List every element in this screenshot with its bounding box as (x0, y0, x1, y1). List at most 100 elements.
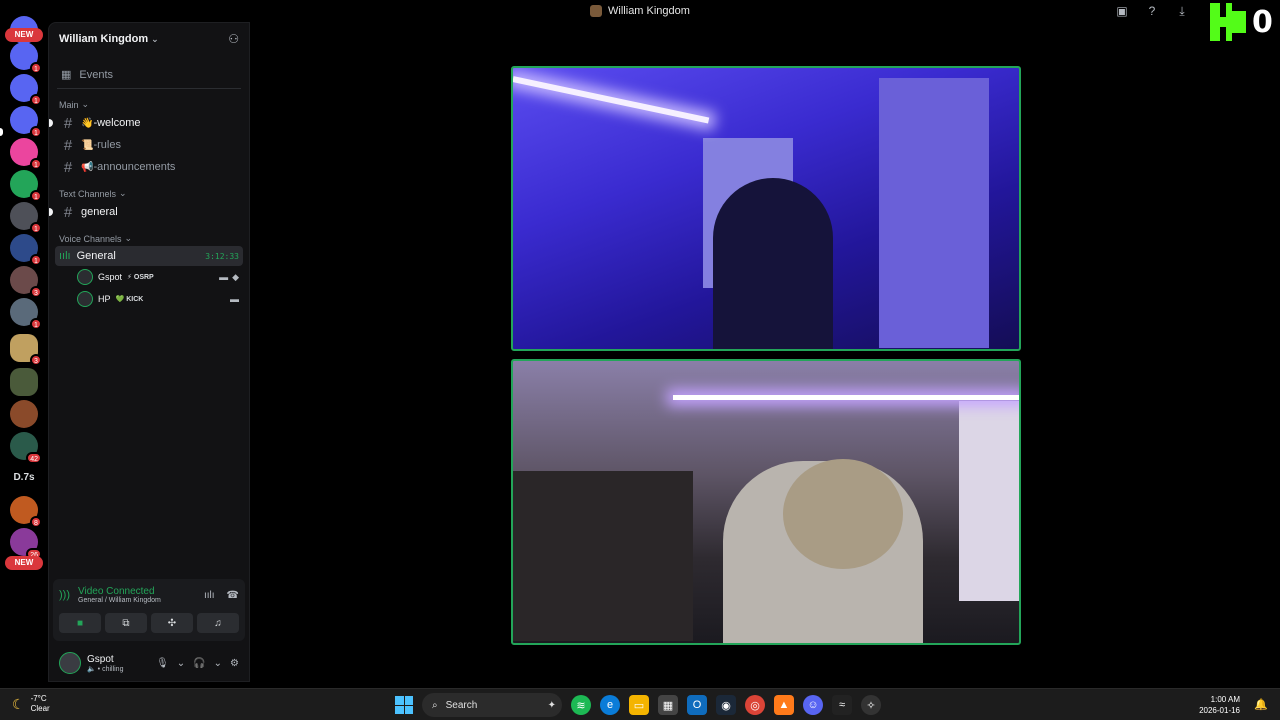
emoji: 📜 (81, 139, 94, 151)
title-bar: William Kingdom ▣ ? ⤓ (0, 0, 1280, 22)
category-main[interactable]: Main ⌄ (59, 99, 249, 110)
server-text-icon[interactable]: D.7s (10, 464, 38, 492)
weather-desc: Clear (30, 704, 50, 713)
headphones-icon[interactable]: 🎧 (193, 658, 205, 669)
server-icon[interactable]: 42 (10, 432, 42, 464)
file-explorer-icon[interactable]: ▭ (629, 695, 649, 715)
kick-overlay: 0 (1210, 0, 1280, 44)
user-status: 🔈 • chilling (87, 665, 124, 673)
app-icon[interactable]: ▲ (774, 695, 794, 715)
unread-badge: 1 (30, 158, 42, 170)
unread-badge: 3 (30, 354, 42, 366)
voice-location[interactable]: General / William Kingdom (78, 597, 161, 604)
discord-dm-icon[interactable]: 1 (10, 170, 42, 202)
voice-user[interactable]: HP 💚 KICK ▬ (77, 288, 239, 310)
discord-dm-icon[interactable]: 1 (10, 106, 42, 138)
server-icon[interactable]: 3 (10, 266, 42, 298)
clock-date: 2026-01-16 (1199, 706, 1240, 715)
video-person (713, 178, 833, 349)
server-icon[interactable]: 8 (10, 496, 42, 528)
store-icon[interactable]: ▦ (658, 695, 678, 715)
channel-welcome[interactable]: # 👋 -welcome (49, 112, 241, 134)
user-panel: Gspot 🔈 • chilling 🎙 ⌄ 🎧 ⌄ ⚙ (53, 647, 245, 679)
inbox-icon[interactable]: ▣ (1114, 3, 1130, 19)
chevron-down-icon: ⌄ (81, 99, 90, 109)
app-icon[interactable]: ✧ (861, 695, 881, 715)
chevron-down-icon[interactable]: ⌄ (177, 658, 185, 669)
unread-badge: 1 (30, 254, 42, 266)
disconnect-icon[interactable]: ☎ (227, 590, 239, 601)
camera-icon: ▬ (219, 271, 229, 282)
voice-user[interactable]: Gspot ⚡ OSRP ▬ ◆ (77, 266, 239, 288)
user-status-text: chilling (102, 665, 124, 673)
outlook-icon[interactable]: O (687, 695, 707, 715)
voice-channel-general[interactable]: ıılı General 3:12:33 (55, 246, 243, 266)
settings-gear-icon[interactable]: ⚙ (230, 658, 239, 669)
download-icon[interactable]: ⤓ (1174, 3, 1190, 19)
voice-status[interactable]: Video Connected (78, 586, 161, 597)
server-header[interactable]: William Kingdom ⌄ ⚇ (49, 23, 249, 55)
unread-badge: 1 (30, 62, 42, 74)
system-clock[interactable]: 1:00 AM 2026-01-16 (1199, 694, 1240, 716)
server-icon[interactable] (10, 400, 38, 428)
avatar (59, 652, 81, 674)
discord-dm-icon[interactable]: 1 (10, 42, 42, 74)
discord-icon[interactable]: ☺ (803, 695, 823, 715)
channel-sidebar: William Kingdom ⌄ ⚇ ▦ Events Main ⌄ # 👋 -wel… (48, 22, 250, 682)
nvidia-icon[interactable]: ≈ (832, 695, 852, 715)
unread-badge: 1 (30, 190, 42, 202)
chevron-down-icon[interactable]: ⌄ (214, 658, 222, 669)
events-item[interactable]: ▦ Events (57, 63, 241, 89)
steam-icon[interactable]: ◉ (716, 695, 736, 715)
activity-icon: ◆ (232, 271, 239, 282)
user-info[interactable]: Gspot 🔈 • chilling (59, 652, 123, 674)
activities-icon: ✣ (167, 617, 177, 629)
search-highlight-icon: ✦ (547, 699, 556, 711)
server-icon[interactable]: 1 (10, 298, 42, 330)
server-icon[interactable]: 3 (10, 334, 42, 366)
channel-announcements[interactable]: # 📢 -announcements (57, 156, 241, 178)
hashtag-icon: # (63, 114, 73, 132)
taskbar-search[interactable]: ⌕ Search ✦ (422, 693, 562, 717)
signal-icon[interactable]: ))) (59, 589, 70, 601)
discord-dm-icon[interactable]: 1 (10, 74, 42, 106)
video-person (783, 459, 903, 569)
notification-bell-icon[interactable]: 🔔 (1254, 698, 1268, 711)
server-icon[interactable]: 1 (10, 234, 42, 266)
unread-badge: 8 (30, 516, 42, 528)
weather-widget[interactable]: ☾ -7°C Clear (12, 694, 50, 714)
discord-dm-icon[interactable]: 1 (10, 202, 42, 234)
windows-start-icon[interactable] (395, 696, 413, 714)
category-label: Main (59, 99, 79, 110)
user-tag: ⚡ OSRP (127, 273, 154, 281)
hashtag-icon: # (63, 136, 73, 154)
voice-user-name: Gspot (98, 272, 123, 282)
microphone-icon[interactable]: 🎙 (156, 658, 169, 669)
screen-share-icon: ⧉ (122, 617, 130, 629)
server-icon[interactable]: 26 (10, 528, 42, 560)
activities-button[interactable]: ✣ (151, 613, 193, 633)
unread-badge: 1 (30, 126, 42, 138)
category-text-channels[interactable]: Text Channels ⌄ (59, 188, 249, 199)
search-icon: ⌕ (432, 699, 438, 711)
category-voice-channels[interactable]: Voice Channels ⌄ (59, 233, 249, 244)
channel-name: -announcements (93, 161, 176, 173)
invite-people-icon[interactable]: ⚇ (228, 32, 239, 46)
chrome-icon[interactable]: ◎ (745, 695, 765, 715)
discord-dm-icon[interactable]: 1 (10, 138, 42, 170)
screen-share-button[interactable]: ⧉ (105, 613, 147, 633)
video-tile[interactable] (511, 66, 1021, 351)
server-icon[interactable] (10, 368, 38, 396)
unread-badge: 42 (26, 452, 42, 464)
video-tile[interactable] (511, 359, 1021, 645)
user-tag: 💚 KICK (116, 295, 144, 303)
channel-rules[interactable]: # 📜 -rules (57, 134, 241, 156)
camera-button[interactable]: ■ (59, 613, 101, 633)
edge-icon[interactable]: e (600, 695, 620, 715)
calendar-icon: ▦ (61, 69, 72, 81)
help-icon[interactable]: ? (1144, 3, 1160, 19)
soundboard-button[interactable]: ♫ (197, 613, 239, 633)
channel-general[interactable]: # general (49, 201, 241, 223)
spotify-icon[interactable]: ≋ (571, 695, 591, 715)
noise-suppression-icon[interactable]: ıılı (204, 590, 215, 601)
